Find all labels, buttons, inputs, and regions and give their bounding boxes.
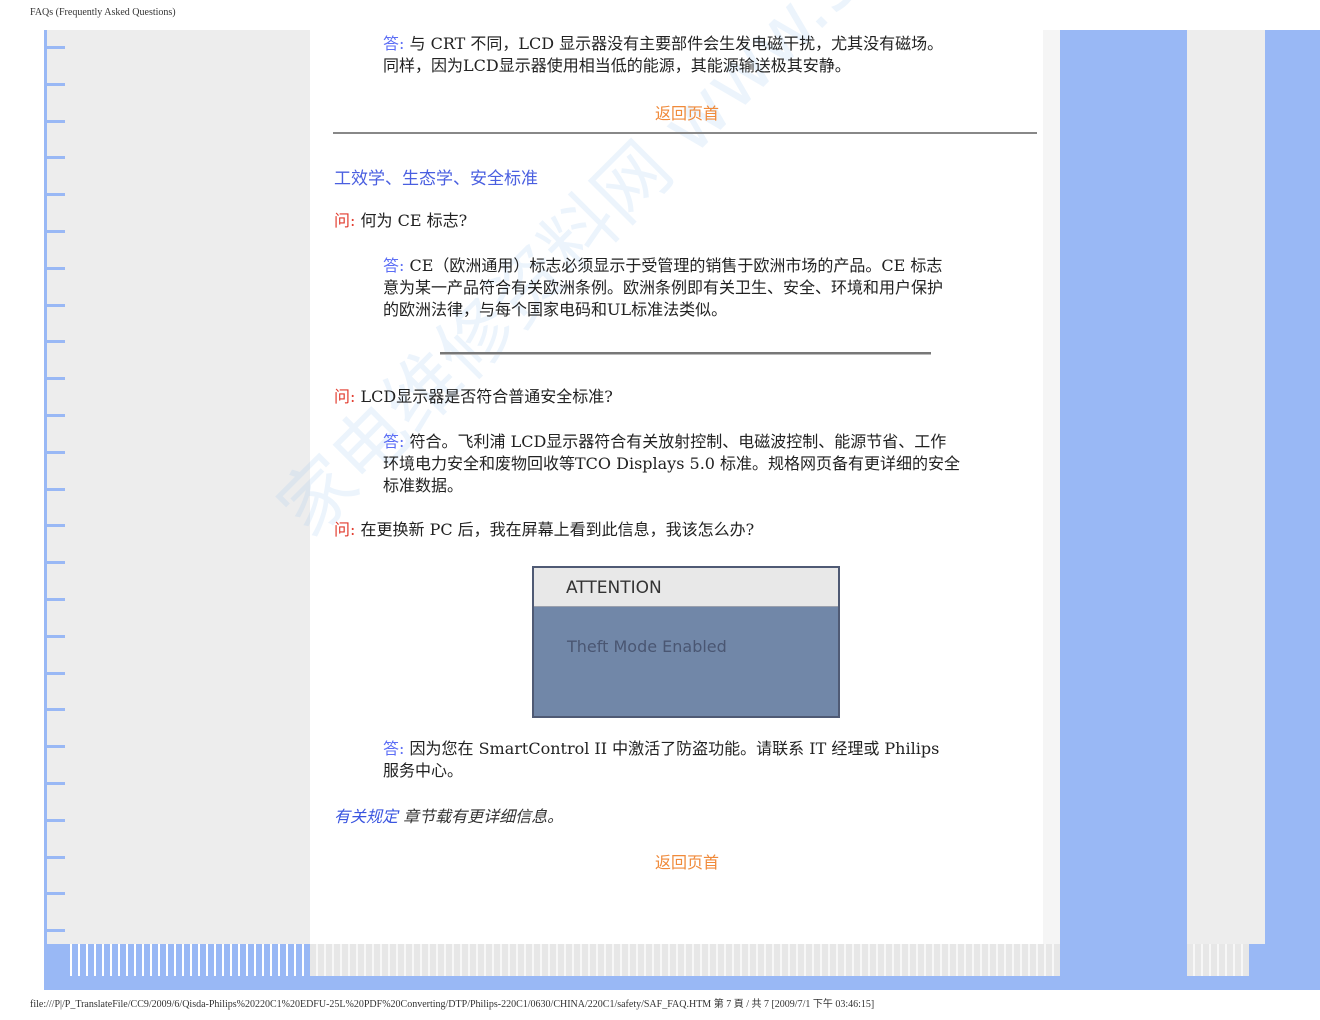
answer-text-line: 服务中心。 <box>383 761 464 780</box>
answer-label: 答: <box>383 432 405 451</box>
ruler-tick <box>47 377 65 380</box>
answer-text-line: 因为您在 SmartControl II 中激活了防盗功能。请联系 IT 经理或… <box>409 739 940 758</box>
bottom-stripes-grey-right <box>1187 944 1249 976</box>
ruler-tick <box>47 340 65 343</box>
question-label: 问: <box>334 211 356 230</box>
more-info-text: 章节载有更详细信息。 <box>398 807 564 826</box>
answer-label: 答: <box>383 739 405 758</box>
answer-text-line: 的欧洲法律，与每个国家电码和UL标准法类似。 <box>383 300 728 319</box>
answer-text-line: CE（欧洲通用）标志必须显示于受管理的销售于欧洲市场的产品。CE 标志 <box>409 256 943 275</box>
question-label: 问: <box>334 387 356 406</box>
ruler-tick <box>47 304 65 307</box>
question-theft-mode: 问: 在更换新 PC 后，我在屏幕上看到此信息，我该怎么办? <box>334 519 754 541</box>
back-to-top-link[interactable]: 返回页首 <box>655 100 719 124</box>
ruler-tick <box>47 193 65 196</box>
answer-text-line: 同样，因为LCD显示器使用相当低的能源，其能源输送极其安静。 <box>383 56 851 75</box>
ruler-tick <box>47 83 65 86</box>
more-info: 有关规定 章节载有更详细信息。 <box>334 803 563 827</box>
ruler-tick <box>47 267 65 270</box>
left-frame <box>44 30 313 990</box>
ruler-tick <box>47 524 65 527</box>
ruler-tick <box>47 672 65 675</box>
ruler-tick <box>47 892 65 895</box>
answer-text-line: 符合。飞利浦 LCD显示器符合有关放射控制、电磁波控制、能源节省、工作 <box>409 432 947 451</box>
ruler-tick <box>47 708 65 711</box>
right-frame-edge <box>1265 30 1320 990</box>
question-safety-standard: 问: LCD显示器是否符合普通安全标准? <box>334 386 613 408</box>
ruler-tick <box>47 451 65 454</box>
ruler-tick <box>47 156 65 159</box>
question-ce-mark: 问: 何为 CE 标志? <box>334 210 467 232</box>
left-ruler-ticks <box>44 30 68 950</box>
answer-text-line: 环境电力安全和废物回收等TCO Displays 5.0 标准。规格网页备有更详… <box>383 454 961 473</box>
ruler-tick <box>47 819 65 822</box>
dialog-title: ATTENTION <box>534 568 838 607</box>
regulatory-info-link[interactable]: 有关规定 <box>334 807 398 826</box>
question-text: LCD显示器是否符合普通安全标准? <box>360 387 613 406</box>
ruler-tick <box>47 929 65 932</box>
bottom-stripes-grey <box>310 944 1060 976</box>
ruler-tick <box>47 414 65 417</box>
divider <box>333 132 1037 134</box>
dialog-message: Theft Mode Enabled <box>567 637 727 656</box>
answer-label: 答: <box>383 34 405 53</box>
ruler-tick <box>47 120 65 123</box>
answer-text-line: 与 CRT 不同，LCD 显示器没有主要部件会生发电磁干扰，尤其没有磁场。 <box>409 34 944 53</box>
ruler-tick <box>47 856 65 859</box>
ruler-tick <box>47 598 65 601</box>
ruler-tick <box>47 635 65 638</box>
ruler-tick <box>47 488 65 491</box>
answer-block-0: 答: 与 CRT 不同，LCD 显示器没有主要部件会生发电磁干扰，尤其没有磁场。… <box>383 33 993 77</box>
answer-safety-standard: 答: 符合。飞利浦 LCD显示器符合有关放射控制、电磁波控制、能源节省、工作 环… <box>383 431 993 497</box>
answer-text-line: 标准数据。 <box>383 476 464 495</box>
right-gap <box>1043 30 1060 945</box>
divider <box>440 352 931 355</box>
right-frame-grey <box>1187 30 1265 945</box>
right-frame-blue <box>1060 30 1187 990</box>
section-title: 工效学、生态学、安全标准 <box>334 169 538 189</box>
answer-text-line: 意为某一产品符合有关欧洲条例。欧洲条例即有关卫生、安全、环境和用户保护 <box>383 278 944 297</box>
back-to-top-link[interactable]: 返回页首 <box>655 849 719 873</box>
answer-ce-mark: 答: CE（欧洲通用）标志必须显示于受管理的销售于欧洲市场的产品。CE 标志 意… <box>383 255 993 321</box>
attention-dialog-image: ATTENTION Theft Mode Enabled <box>532 566 840 718</box>
answer-theft-mode: 答: 因为您在 SmartControl II 中激活了防盗功能。请联系 IT … <box>383 738 993 782</box>
page-footer: file:///P|/P_TranslateFile/CC9/2009/6/Qi… <box>30 999 875 1010</box>
ruler-tick <box>47 745 65 748</box>
ruler-tick <box>47 561 65 564</box>
bottom-stripes-blue <box>64 944 310 976</box>
answer-label: 答: <box>383 256 405 275</box>
ruler-tick <box>47 782 65 785</box>
ruler-tick <box>47 46 65 49</box>
question-text: 在更换新 PC 后，我在屏幕上看到此信息，我该怎么办? <box>360 520 755 539</box>
question-label: 问: <box>334 520 356 539</box>
page-header: FAQs (Frequently Asked Questions) <box>30 7 176 18</box>
ruler-tick <box>47 230 65 233</box>
question-text: 何为 CE 标志? <box>360 211 468 230</box>
